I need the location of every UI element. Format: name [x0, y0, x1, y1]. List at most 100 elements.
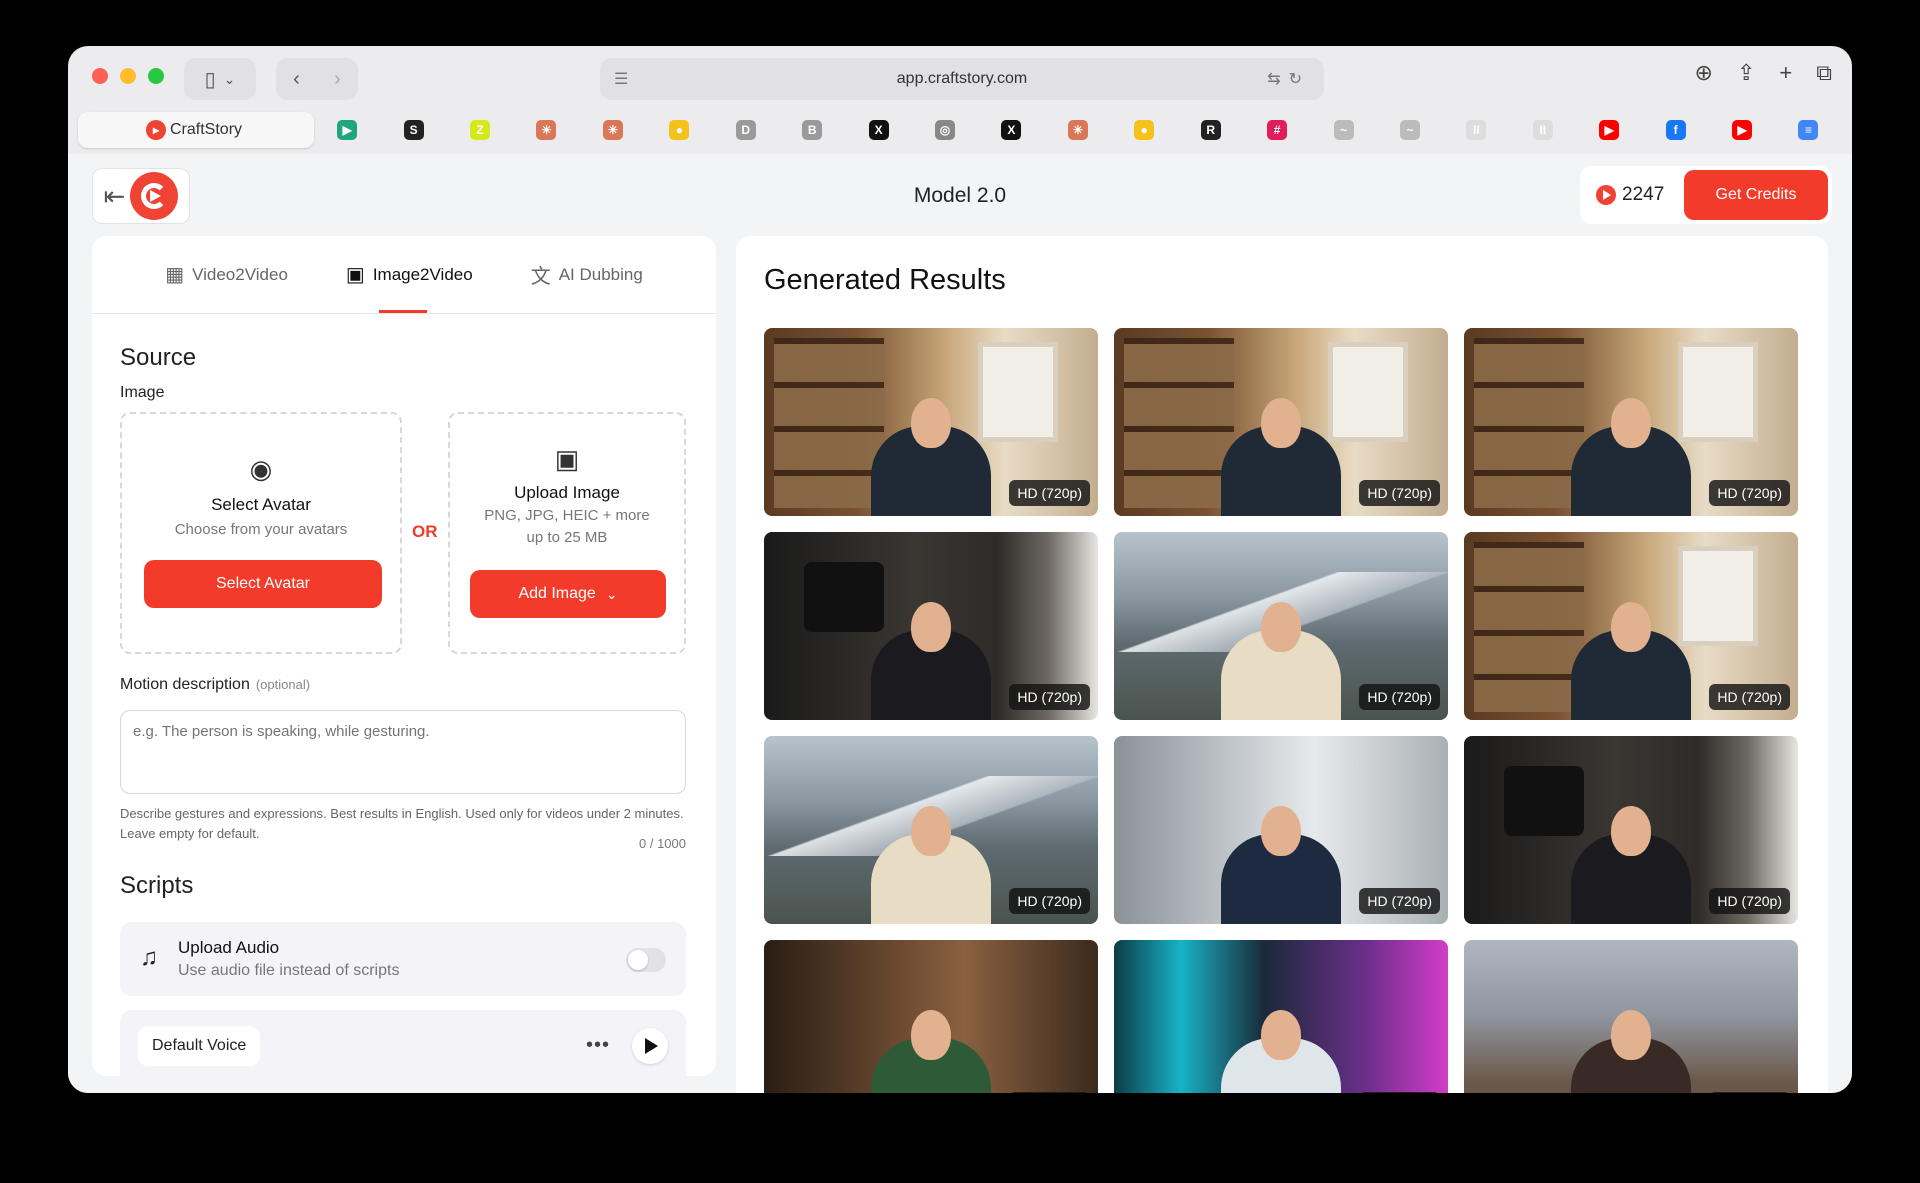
presenter-head	[911, 806, 951, 856]
resolution-badge: HD (720p)	[1009, 1092, 1090, 1093]
tab-image2video[interactable]: ▣ Image2Video	[346, 262, 473, 287]
address-bar[interactable]: ☰ app.craftstory.com ⇆↻	[600, 58, 1324, 100]
close-window-button[interactable]	[92, 68, 108, 84]
presenter	[1221, 570, 1341, 720]
gray-app-icon[interactable]: ~	[1333, 120, 1354, 140]
result-thumbnail[interactable]: HD (720p)	[764, 736, 1098, 924]
result-thumbnail[interactable]: HD (720p)	[1114, 328, 1448, 516]
chevron-down-icon: ⌄	[223, 70, 236, 87]
pause-icon[interactable]: II	[1466, 120, 1487, 140]
d-icon[interactable]: D	[735, 120, 756, 140]
minimize-window-button[interactable]	[120, 68, 136, 84]
url-text: app.craftstory.com	[896, 70, 1028, 87]
credits-icon	[1596, 185, 1616, 205]
window-controls	[92, 68, 164, 84]
b-icon[interactable]: B	[802, 120, 823, 140]
youtube-icon[interactable]: ▶	[1732, 120, 1753, 140]
zoom-window-button[interactable]	[148, 68, 164, 84]
credits-count: 2247	[1622, 184, 1665, 205]
result-thumbnail[interactable]: HD (720p)	[1464, 940, 1798, 1093]
presenter-head	[911, 1010, 951, 1060]
tab-ai-dubbing[interactable]: 文 AI Dubbing	[531, 260, 643, 289]
app-page: ⇤ Model 2.0 2247 Get Credits ▦ Video2Vid…	[68, 154, 1852, 1093]
page-settings-icon[interactable]: ☰	[614, 69, 628, 89]
result-thumbnail[interactable]: HD (720p)	[1464, 328, 1798, 516]
music-note-icon: ♫	[140, 944, 158, 971]
claude-icon[interactable]: ✳	[602, 120, 623, 140]
mode-tabs: ▦ Video2Video ▣ Image2Video 文 AI Dubbing	[92, 236, 716, 314]
forward-button[interactable]: ›	[334, 68, 341, 91]
presenter	[1221, 774, 1341, 924]
youtube-icon[interactable]: ▶	[1599, 120, 1620, 140]
docs-icon[interactable]: ≡	[1798, 120, 1819, 140]
result-thumbnail[interactable]: HD (720p)	[1114, 940, 1448, 1093]
presenter	[871, 774, 991, 924]
claude-icon[interactable]: ✳	[1067, 120, 1088, 140]
bulb-icon[interactable]: ●	[669, 120, 690, 140]
presenter-head	[1261, 602, 1301, 652]
result-thumbnail[interactable]: HD (720p)	[1464, 532, 1798, 720]
window	[1328, 342, 1408, 442]
x-icon[interactable]: X	[868, 120, 889, 140]
craftstory-favicon-icon: ▸	[146, 120, 166, 140]
motion-description-input[interactable]	[120, 710, 686, 794]
more-options-icon[interactable]: •••	[586, 1034, 610, 1057]
film-icon: ▦	[165, 264, 185, 286]
claude-icon[interactable]: ✳	[536, 120, 557, 140]
add-image-button[interactable]: Add Image ⌄	[470, 570, 666, 618]
result-thumbnail[interactable]: HD (720p)	[764, 940, 1098, 1093]
result-thumbnail[interactable]: HD (720p)	[1464, 736, 1798, 924]
result-thumbnail[interactable]: HD (720p)	[764, 328, 1098, 516]
presenter-head	[1611, 398, 1651, 448]
image-upload-icon: ▣	[554, 444, 580, 474]
presenter-head	[1611, 1010, 1651, 1060]
pause-icon[interactable]: II	[1532, 120, 1553, 140]
gray-app-icon[interactable]: ~	[1399, 120, 1420, 140]
facebook-icon[interactable]: f	[1665, 120, 1686, 140]
tab-overview-icon[interactable]: ⧉	[1816, 60, 1832, 86]
x-icon[interactable]: X	[1001, 120, 1022, 140]
presenter-head	[1261, 806, 1301, 856]
source-title: Source	[120, 344, 197, 371]
tab-video2video[interactable]: ▦ Video2Video	[165, 262, 288, 287]
result-thumbnail[interactable]: HD (720p)	[1114, 532, 1448, 720]
green-app-icon[interactable]: ▶	[337, 120, 358, 140]
resolution-badge: HD (720p)	[1709, 888, 1790, 914]
presenter	[1571, 774, 1691, 924]
play-voice-button[interactable]	[632, 1028, 668, 1064]
sidebar-toggle-button[interactable]: ▯ ⌄	[184, 58, 256, 100]
new-tab-icon[interactable]: +	[1779, 60, 1792, 86]
creation-panel: ▦ Video2Video ▣ Image2Video 文 AI Dubbing…	[92, 236, 716, 1076]
tab-label: CraftStory	[170, 121, 243, 138]
translate-reload-icons[interactable]: ⇆↻	[1267, 69, 1310, 89]
tab-craftstory[interactable]: ▸ CraftStory	[78, 112, 314, 148]
window	[1678, 342, 1758, 442]
yellow-app-icon[interactable]: Z	[470, 120, 491, 140]
openai-icon[interactable]: ◎	[935, 120, 955, 140]
result-thumbnail[interactable]: HD (720p)	[1114, 736, 1448, 924]
bulb-icon[interactable]: ●	[1134, 120, 1155, 140]
voice-selector[interactable]: Default Voice	[138, 1026, 261, 1066]
select-avatar-box[interactable]: ◉ Select Avatar Choose from your avatars	[120, 412, 402, 654]
results-title: Generated Results	[764, 264, 1006, 296]
window	[1678, 546, 1758, 646]
share-icon[interactable]: ⇪	[1737, 60, 1755, 86]
download-icon[interactable]: ⊕	[1695, 60, 1713, 86]
presenter-head	[1261, 398, 1301, 448]
upload-image-title: Upload Image	[514, 483, 620, 502]
presenter	[1221, 366, 1341, 516]
select-avatar-button[interactable]: Select Avatar	[144, 560, 382, 608]
get-credits-button[interactable]: Get Credits	[1684, 170, 1828, 220]
resolution-badge: HD (720p)	[1709, 480, 1790, 506]
presenter-head	[911, 398, 951, 448]
slack-icon[interactable]: #	[1267, 120, 1288, 140]
presenter-head	[1261, 1010, 1301, 1060]
presenter	[1571, 570, 1691, 720]
r-icon[interactable]: R	[1200, 120, 1221, 140]
sidebar-icon: ▯	[204, 68, 216, 91]
avatar-icon: ◉	[249, 454, 273, 484]
back-button[interactable]: ‹	[293, 68, 300, 91]
result-thumbnail[interactable]: HD (720p)	[764, 532, 1098, 720]
upload-audio-toggle[interactable]	[626, 948, 666, 972]
s-circle-icon[interactable]: S	[403, 120, 424, 140]
